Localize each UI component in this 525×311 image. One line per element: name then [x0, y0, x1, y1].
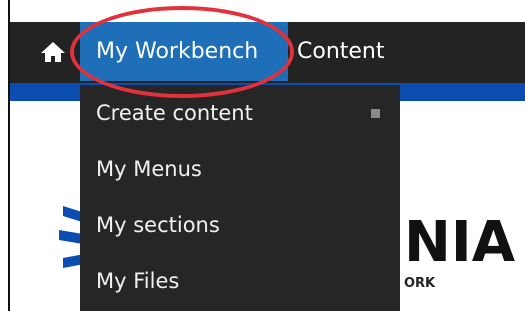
admin-toolbar: My Workbench Content	[10, 22, 525, 83]
home-icon	[41, 42, 65, 62]
menu-item-label: Create content	[96, 101, 253, 125]
menu-item-my-sections[interactable]: My sections	[80, 197, 400, 253]
workbench-dropdown-menu: Create content My Menus My sections My F…	[80, 85, 400, 311]
submenu-indicator-icon	[371, 109, 380, 118]
menu-item-label: My Files	[96, 269, 180, 293]
menu-item-label: My Menus	[96, 157, 202, 181]
tab-my-workbench[interactable]: My Workbench	[80, 22, 288, 81]
brand-subtext: ORK	[404, 276, 436, 291]
menu-item-my-files[interactable]: My Files	[80, 253, 400, 309]
home-button[interactable]	[40, 40, 66, 64]
menu-item-label: My sections	[96, 213, 220, 237]
tab-content[interactable]: Content	[297, 22, 385, 81]
menu-item-create-content[interactable]: Create content	[80, 85, 400, 141]
brand-wordmark: NIA	[404, 210, 516, 275]
left-window-edge	[0, 0, 10, 311]
menu-item-my-menus[interactable]: My Menus	[80, 141, 400, 197]
